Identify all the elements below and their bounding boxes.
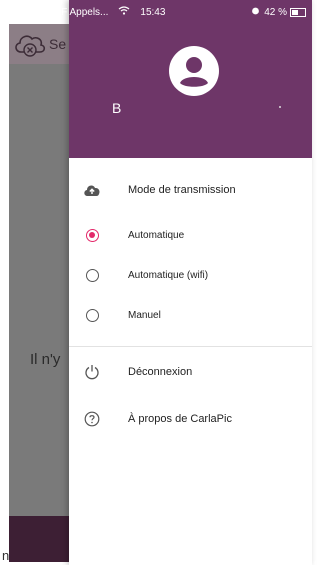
menu-logout[interactable]: Déconnexion [69, 357, 312, 387]
footer-text-partial: n [2, 548, 10, 563]
carrier-name: Orange F Appels... [25, 6, 109, 18]
app-footer [9, 516, 69, 562]
radio-automatique[interactable] [83, 226, 101, 244]
wifi-icon [118, 6, 130, 18]
cloud-error-icon [15, 35, 46, 57]
empty-state-text: Il n'y [30, 351, 61, 368]
header-dot [279, 106, 281, 108]
option-manuel-label: Manuel [128, 309, 161, 321]
cloud-upload-icon [83, 181, 101, 199]
menu-transmission-label: Mode de transmission [128, 184, 236, 196]
app-body: Il n'y [9, 64, 69, 516]
menu-about-label: À propos de CarlaPic [128, 413, 232, 425]
menu-about[interactable]: À propos de CarlaPic [69, 404, 312, 434]
clock: 15:43 [140, 6, 166, 18]
app-header: Se [9, 24, 69, 64]
menu-logout-label: Déconnexion [128, 366, 193, 378]
account-icon [169, 46, 219, 96]
option-automatique-label: Automatique [128, 229, 185, 241]
power-icon [83, 363, 101, 381]
battery-icon [290, 7, 306, 17]
help-icon [83, 410, 101, 428]
option-automatique-wifi-label: Automatique (wifi) [128, 269, 209, 281]
status-bar: Orange F Appels... 15:43 42 % [9, 0, 312, 24]
battery-percent: 42 % [264, 6, 287, 18]
option-automatique[interactable]: Automatique [69, 220, 312, 250]
alarm-icon [251, 6, 260, 18]
radio-automatique-wifi[interactable] [83, 266, 101, 284]
menu-divider [69, 346, 312, 347]
app-title-partial: Se [49, 36, 67, 52]
screen-edge [0, 0, 9, 565]
menu-transmission-mode: Mode de transmission [69, 175, 312, 205]
option-manuel[interactable]: Manuel [69, 300, 312, 330]
radio-manuel[interactable] [83, 306, 101, 324]
navigation-drawer: B Mode de transmission Automatique Autom… [69, 0, 312, 565]
option-automatique-wifi[interactable]: Automatique (wifi) [69, 260, 312, 290]
signal-icon [11, 7, 22, 17]
user-name: B [112, 100, 122, 116]
